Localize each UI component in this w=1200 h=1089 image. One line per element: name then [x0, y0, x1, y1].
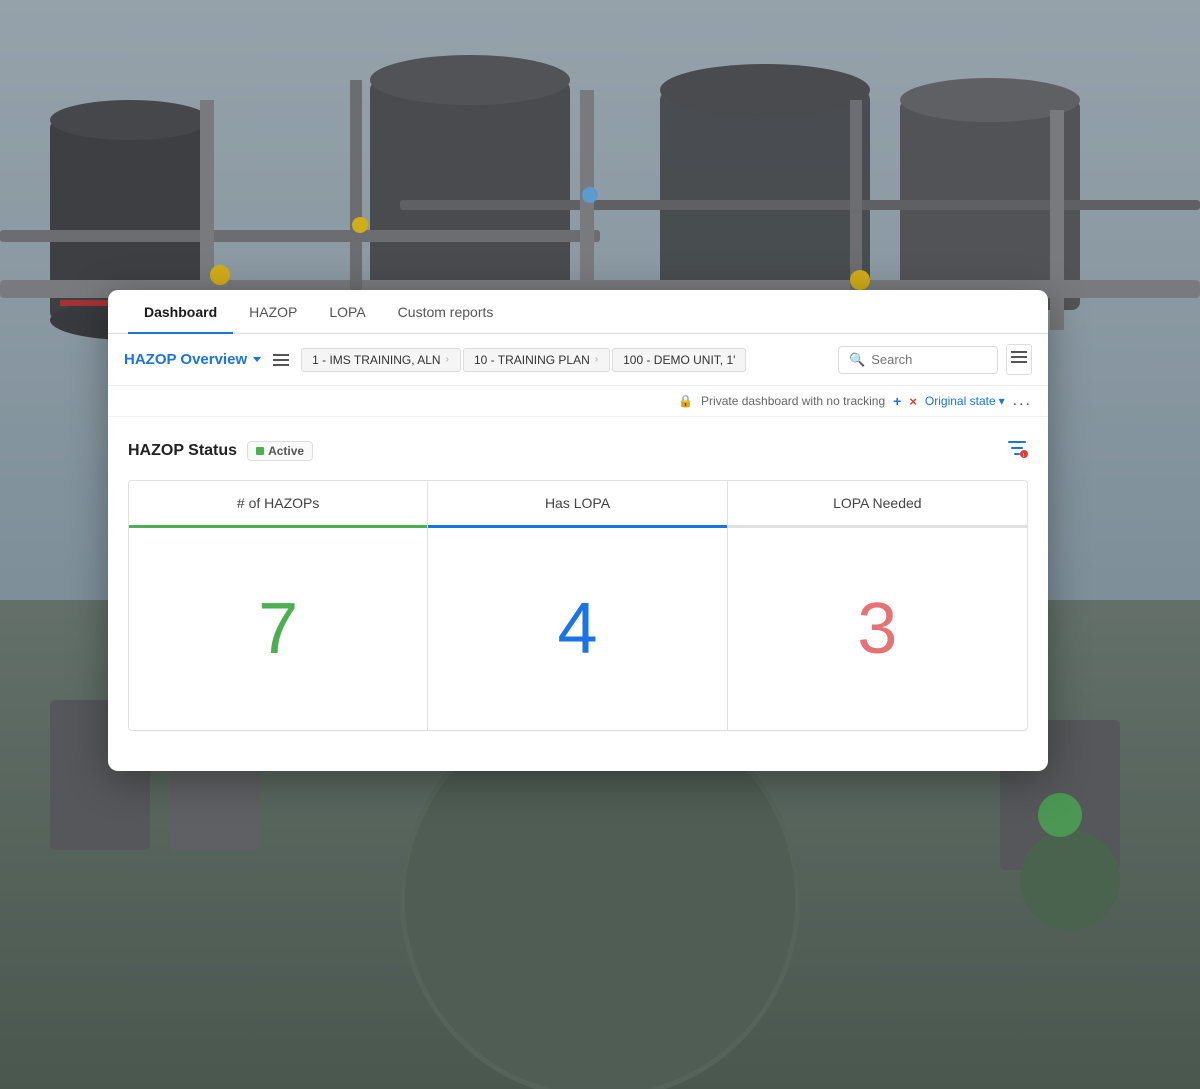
add-tracking-button[interactable]: + — [893, 393, 901, 409]
breadcrumb-label-2: 10 - TRAINING PLAN — [474, 353, 590, 367]
remove-tracking-button[interactable]: × — [909, 394, 917, 409]
tab-hazop[interactable]: HAZOP — [233, 290, 313, 334]
tabs-bar: Dashboard HAZOP LOPA Custom reports — [108, 290, 1048, 334]
tab-lopa[interactable]: LOPA — [313, 290, 381, 334]
stat-header-has-lopa: Has LOPA — [428, 481, 726, 528]
hazop-overview-label: HAZOP Overview — [124, 351, 247, 368]
status-text: Private dashboard with no tracking — [701, 394, 885, 408]
breadcrumb-arrow-1: › — [446, 354, 449, 365]
search-box[interactable]: 🔍 — [838, 346, 998, 374]
stats-grid: # of HAZOPs 7 Has LOPA 4 LOPA Needed 3 — [128, 480, 1028, 731]
breadcrumb-item-3[interactable]: 100 - DEMO UNIT, 1' — [612, 348, 746, 372]
breadcrumb-item-1[interactable]: 1 - IMS TRAINING, ALN › — [301, 348, 461, 372]
original-state-button[interactable]: Original state ▾ — [925, 394, 1005, 408]
list-view-icon[interactable] — [1006, 344, 1032, 375]
more-options-button[interactable]: ... — [1013, 392, 1032, 410]
search-input[interactable] — [871, 352, 971, 367]
filter-icon[interactable]: ! — [1006, 437, 1028, 464]
status-bar: 🔒 Private dashboard with no tracking + ×… — [108, 386, 1048, 417]
stat-value-hazops: 7 — [258, 528, 298, 730]
stat-cell-hazops[interactable]: # of HAZOPs 7 — [129, 481, 428, 730]
main-panel: Dashboard HAZOP LOPA Custom reports HAZO… — [108, 290, 1048, 771]
hazop-status-title: HAZOP Status Active — [128, 441, 313, 461]
chevron-down-icon — [253, 357, 261, 362]
original-state-label: Original state — [925, 394, 996, 408]
breadcrumb-arrow-2: › — [595, 354, 598, 365]
tab-dashboard[interactable]: Dashboard — [128, 290, 233, 334]
lock-icon: 🔒 — [678, 394, 693, 408]
search-icon: 🔍 — [849, 352, 865, 368]
menu-icon[interactable] — [269, 350, 293, 370]
tab-custom-reports[interactable]: Custom reports — [382, 290, 510, 334]
stat-header-lopa-needed: LOPA Needed — [728, 481, 1027, 528]
stat-header-hazops: # of HAZOPs — [129, 481, 427, 528]
original-state-chevron: ▾ — [999, 394, 1005, 408]
stat-cell-lopa-needed[interactable]: LOPA Needed 3 — [728, 481, 1027, 730]
active-label: Active — [268, 444, 304, 458]
active-badge: Active — [247, 441, 313, 461]
breadcrumb-label-1: 1 - IMS TRAINING, ALN — [312, 353, 440, 367]
hazop-status-header: HAZOP Status Active ! — [128, 437, 1028, 464]
active-dot — [256, 447, 264, 455]
hazop-status-section: HAZOP Status Active ! # of HAZOPs 7 — [108, 417, 1048, 741]
breadcrumb-item-2[interactable]: 10 - TRAINING PLAN › — [463, 348, 610, 372]
stat-cell-has-lopa[interactable]: Has LOPA 4 — [428, 481, 727, 730]
breadcrumb-trail: 1 - IMS TRAINING, ALN › 10 - TRAINING PL… — [301, 348, 830, 372]
hazop-status-label: HAZOP Status — [128, 442, 237, 460]
toolbar: HAZOP Overview 1 - IMS TRAINING, ALN › 1… — [108, 334, 1048, 386]
stat-value-lopa-needed: 3 — [857, 528, 897, 730]
stat-value-has-lopa: 4 — [557, 528, 597, 730]
breadcrumb-label-3: 100 - DEMO UNIT, 1' — [623, 353, 735, 367]
hazop-overview-title[interactable]: HAZOP Overview — [124, 351, 261, 368]
